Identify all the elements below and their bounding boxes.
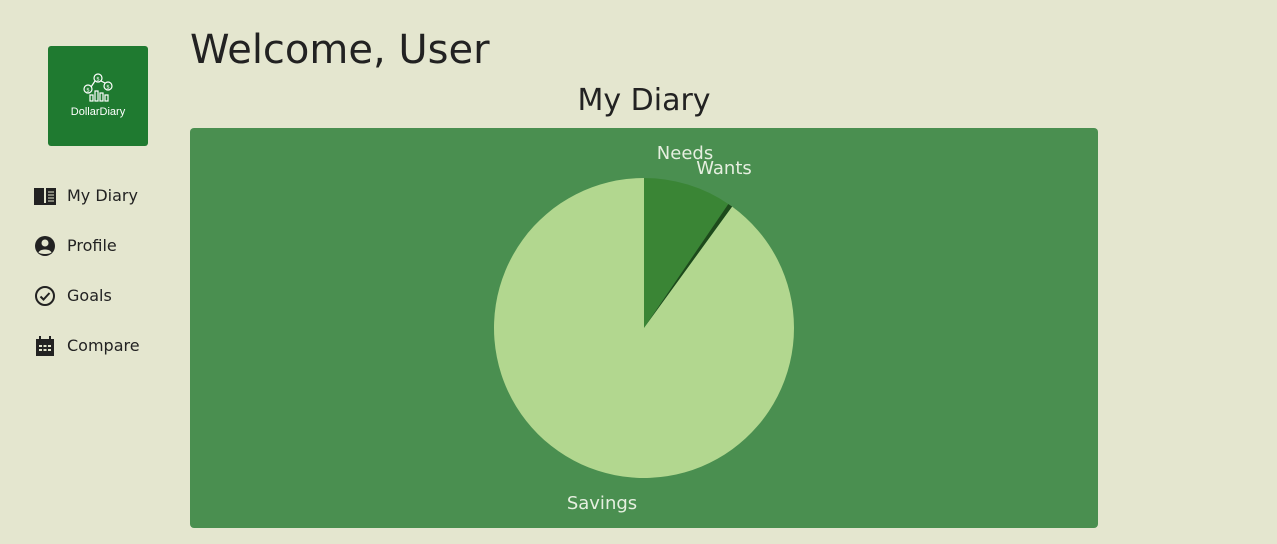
nav-item-profile[interactable]: Profile: [33, 233, 173, 259]
pie-slice-savings[interactable]: [494, 178, 795, 478]
svg-text:$: $: [106, 85, 110, 91]
chart-title: My Diary: [577, 83, 711, 118]
money-growth-icon: $ $ $: [83, 73, 113, 102]
chart-panel: Needs Wants Savings: [190, 128, 1098, 528]
nav-item-my-diary[interactable]: My Diary: [33, 183, 173, 209]
svg-text:$: $: [86, 88, 90, 94]
pie-label-savings: Savings: [567, 493, 637, 514]
user-circle-icon: [33, 233, 57, 259]
check-circle-icon: [33, 283, 57, 309]
logo-text: DollarDiary: [70, 106, 126, 118]
nav-item-goals[interactable]: Goals: [33, 283, 173, 309]
nav-label-compare: Compare: [67, 336, 140, 355]
calendar-icon: [33, 333, 57, 359]
nav-label-profile: Profile: [67, 236, 117, 255]
pie-label-wants: Wants: [696, 158, 752, 179]
sidebar: $ $ $ DollarDiary My Diary Profile Goals…: [0, 0, 180, 544]
dollardiary-logo[interactable]: $ $ $ DollarDiary: [48, 46, 148, 146]
pie-chart: NeedsWantsSavings: [494, 143, 795, 514]
book-open-icon: [33, 183, 57, 209]
svg-text:$: $: [96, 77, 100, 83]
page-title: Welcome, User: [190, 27, 490, 73]
nav-item-compare[interactable]: Compare: [33, 333, 173, 359]
nav-label-goals: Goals: [67, 286, 112, 305]
nav-label-my-diary: My Diary: [67, 186, 138, 205]
